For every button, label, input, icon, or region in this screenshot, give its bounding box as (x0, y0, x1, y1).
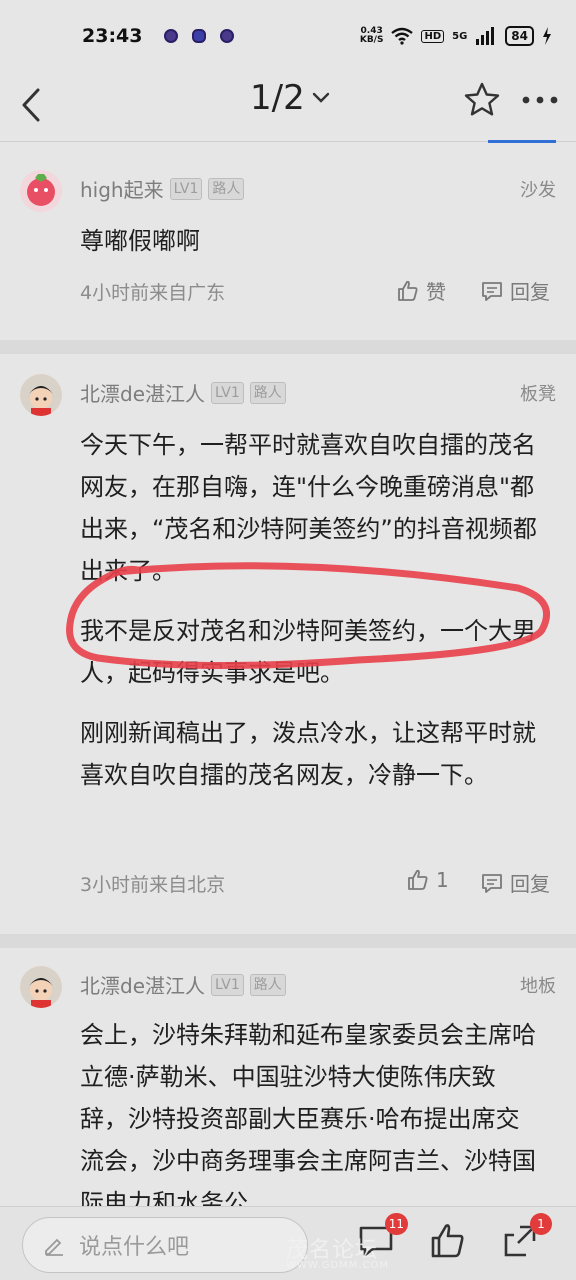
like-button[interactable]: 1 (406, 868, 449, 892)
like-label: 赞 (426, 280, 446, 304)
comment-meta: 4小时前来自广东 (80, 282, 226, 304)
comment-paragraph: 刚刚新闻稿出了，泼点冷水，让这帮平时就喜欢自吹自擂的茂名网友，冷静一下。 (80, 719, 536, 789)
share-count-badge: 1 (530, 1213, 552, 1235)
battery-indicator: 84 (505, 26, 534, 46)
fruit-avatar-icon (27, 174, 55, 206)
page-selector[interactable]: 1/2 (250, 78, 331, 118)
comment-item: 北漂de湛江人 LV1 路人 板凳 今天下午，一帮平时就喜欢自吹自擂的茂名网友，… (0, 354, 576, 940)
like-button[interactable]: 赞 (396, 276, 446, 305)
avatar[interactable] (20, 374, 62, 416)
app-notification-icon-2 (220, 29, 235, 43)
username[interactable]: high起来 (80, 174, 164, 203)
reply-icon (482, 873, 502, 893)
forum-watermark: 茂名论坛 WWW.GDMM.COM (200, 1232, 400, 1278)
username[interactable]: 北漂de湛江人 (80, 970, 205, 999)
thumbs-up-icon (398, 280, 418, 301)
user-info: 北漂de湛江人 LV1 路人 (80, 970, 286, 999)
charging-icon (543, 27, 551, 45)
reply-label: 回复 (510, 280, 550, 304)
floor-label: 地板 (520, 976, 556, 997)
comment-paragraph: 尊嘟假嘟啊 (80, 227, 200, 255)
comment-divider (0, 934, 576, 948)
more-options-icon[interactable] (518, 80, 562, 120)
net-speed-unit: KB/S (359, 35, 384, 45)
network-speed: 0.43 KB/S (360, 27, 384, 45)
comment-divider (0, 340, 576, 354)
role-badge: 路人 (249, 381, 286, 404)
wifi-icon (391, 27, 414, 45)
chevron-down-icon (312, 92, 329, 103)
reply-icon (482, 281, 502, 301)
level-badge: LV1 (211, 973, 244, 996)
page-indicator-text: 1/2 (250, 78, 305, 118)
thumbs-up-icon (408, 869, 428, 890)
user-info: high起来 LV1 路人 (80, 174, 245, 203)
role-badge: 路人 (249, 973, 286, 996)
favorite-star-icon[interactable] (462, 80, 502, 120)
role-badge: 路人 (208, 177, 245, 200)
top-navigation-bar: 1/2 (0, 72, 576, 143)
comment-paragraph: 我不是反对茂名和沙特阿美签约，一个大男人，起码得实事求是吧。 (80, 617, 536, 687)
comment-content: 今天下午，一帮平时就喜欢自吹自擂的茂名网友，在那自嗨，连"什么今晚重磅消息"都出… (80, 424, 540, 814)
avatar[interactable] (20, 170, 62, 212)
username[interactable]: 北漂de湛江人 (80, 378, 205, 407)
network-type: 5G (452, 30, 468, 42)
active-tab-indicator (488, 140, 556, 143)
back-arrow-icon[interactable] (14, 80, 54, 130)
level-badge: LV1 (211, 381, 244, 404)
cartoon-avatar-icon (20, 966, 62, 1008)
bird-notification-icon (192, 29, 207, 43)
comment-content: 会上，沙特朱拜勒和延布皇家委员会主席哈立德·萨勒米、中国驻沙特大使陈伟庆致辞，沙… (80, 1014, 540, 1208)
like-post-button[interactable] (428, 1221, 468, 1265)
comment-paragraph: 会上，沙特朱拜勒和延布皇家委员会主席哈立德·萨勒米、中国驻沙特大使陈伟庆致辞，沙… (80, 1021, 536, 1208)
status-time: 23:43 (82, 25, 143, 47)
reply-button[interactable]: 回复 (480, 868, 550, 897)
comment-item: 北漂de湛江人 LV1 路人 地板 会上，沙特朱拜勒和延布皇家委员会主席哈立德·… (0, 948, 576, 1208)
reply-placeholder: 说点什么吧 (79, 1235, 190, 1260)
comment-meta: 3小时前来自北京 (80, 874, 226, 896)
floor-label: 板凳 (520, 384, 556, 405)
comment-item: high起来 LV1 路人 沙发 尊嘟假嘟啊 4小时前来自广东 赞 回复 (0, 150, 576, 346)
like-count: 1 (436, 868, 449, 892)
pencil-icon (45, 1238, 63, 1256)
comment-content: 尊嘟假嘟啊 (80, 220, 540, 280)
user-info: 北漂de湛江人 LV1 路人 (80, 378, 286, 407)
hd-indicator: HD (421, 29, 445, 43)
status-bar: 23:43 0.43 KB/S HD 5G 84 (0, 0, 576, 72)
cartoon-avatar-icon (20, 374, 62, 416)
reply-label: 回复 (510, 872, 550, 896)
reply-button[interactable]: 回复 (480, 276, 550, 305)
share-button[interactable]: 1 (500, 1213, 552, 1265)
avatar[interactable] (20, 966, 62, 1008)
signal-icon (476, 27, 495, 45)
floor-label: 沙发 (520, 180, 556, 201)
watermark-url: WWW.GDMM.COM (286, 1260, 390, 1271)
app-notification-icon (164, 29, 179, 43)
level-badge: LV1 (169, 177, 203, 200)
thumbs-up-icon (431, 1224, 464, 1258)
comment-paragraph: 今天下午，一帮平时就喜欢自吹自擂的茂名网友，在那自嗨，连"什么今晚重磅消息"都出… (80, 431, 537, 585)
